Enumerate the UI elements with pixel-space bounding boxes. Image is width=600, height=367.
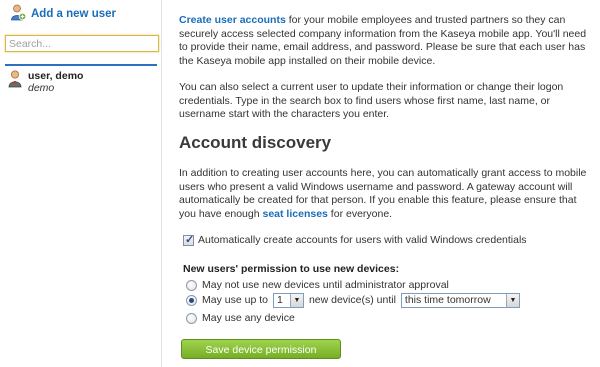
intro-paragraph: Create user accounts for your mobile emp… <box>179 14 589 68</box>
option-2-middle: new device(s) until <box>308 294 396 306</box>
permission-heading: New users' permission to use new devices… <box>183 263 400 275</box>
permission-option-2: May use up to 1 ▼ new device(s) until th… <box>186 292 520 308</box>
add-user-icon <box>10 4 27 24</box>
option-3-radio[interactable] <box>186 312 197 324</box>
device-count-value: 1 <box>276 294 283 306</box>
auto-create-checkbox[interactable]: ✓ <box>183 233 195 246</box>
auto-create-label: Automatically create accounts for users … <box>198 234 527 246</box>
user-icon <box>8 70 22 91</box>
save-permission-settings-button[interactable]: Save device permission settings <box>181 339 341 367</box>
option-1-radio[interactable] <box>186 279 197 291</box>
account-discovery-heading: Account discovery <box>179 133 332 152</box>
select-user-paragraph: You can also select a current user to up… <box>179 81 564 120</box>
permission-option-1: May not use new devices until administra… <box>186 277 449 293</box>
option-1-label: May not use new devices until administra… <box>202 279 449 291</box>
option-3-label: May use any device <box>202 312 295 324</box>
search-input[interactable] <box>5 35 159 52</box>
until-value: this time tomorrow <box>404 294 491 306</box>
seat-licenses-link[interactable]: seat licenses <box>263 208 328 220</box>
auto-create-row: ✓ Automatically create accounts for user… <box>183 234 527 246</box>
device-count-select[interactable]: 1 ▼ <box>272 292 304 308</box>
sidebar: Add a new user user, demo demo <box>0 0 162 367</box>
discovery-paragraph: In addition to creating user accounts he… <box>179 167 589 221</box>
user-list-item[interactable]: user, demo demo <box>8 70 83 94</box>
option-2-radio[interactable] <box>186 294 197 306</box>
discovery-text-end: for everyone. <box>327 207 393 220</box>
user-login: demo <box>28 82 55 94</box>
option-2-prefix: May use up to <box>202 294 268 306</box>
chevron-down-icon: ▼ <box>289 293 303 307</box>
user-name: user, demo <box>28 70 84 82</box>
app: Add a new user user, demo demo Create us… <box>0 0 600 367</box>
permission-option-3: May use any device <box>186 310 295 326</box>
add-user-button[interactable]: Add a new user <box>10 4 116 24</box>
checkmark-icon: ✓ <box>185 233 195 246</box>
chevron-down-icon: ▼ <box>505 293 519 307</box>
add-user-label: Add a new user <box>31 8 116 20</box>
create-user-accounts-link[interactable]: Create user accounts <box>179 14 286 26</box>
until-select[interactable]: this time tomorrow ▼ <box>400 292 520 308</box>
sidebar-divider <box>5 64 157 66</box>
